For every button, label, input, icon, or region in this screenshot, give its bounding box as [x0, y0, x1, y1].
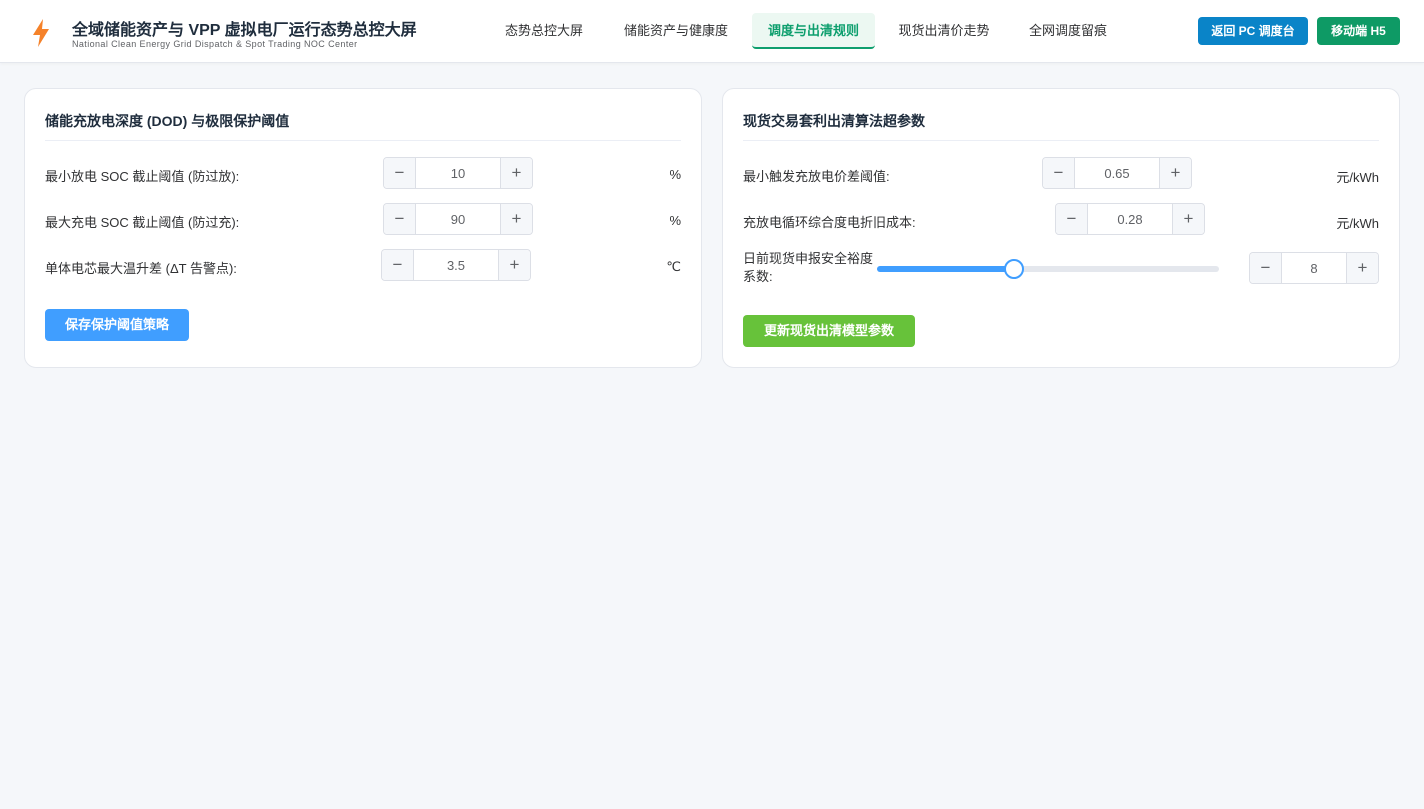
min-price-spread-stepper: − + — [1042, 157, 1192, 189]
slider-handle[interactable] — [1003, 259, 1024, 279]
top-header: 全域储能资产与 VPP 虚拟电厂运行态势总控大屏 National Clean … — [0, 0, 1424, 63]
unit-label: ℃ — [666, 259, 681, 274]
max-charge-soc-stepper: − + — [383, 203, 533, 235]
slider-fill — [877, 266, 1014, 272]
min-price-spread-label: 最小触发充放电价差阈值: — [743, 169, 890, 184]
nav-tab-dispatch-rules[interactable]: 调度与出清规则 — [752, 13, 875, 49]
cycle-depreciation-label: 充放电循环综合度电折旧成本: — [743, 215, 916, 230]
increment-button[interactable]: + — [500, 158, 532, 188]
unit-label: % — [669, 167, 681, 182]
min-price-spread-input[interactable] — [1075, 158, 1159, 188]
increment-button[interactable]: + — [1172, 204, 1204, 234]
card-title: 现货交易套利出清算法超参数 — [743, 113, 925, 129]
min-discharge-soc-label: 最小放电 SOC 截止阈值 (防过放): — [45, 169, 240, 184]
app-title: 全域储能资产与 VPP 虚拟电厂运行态势总控大屏 — [72, 22, 417, 39]
nav-tab-spot-price[interactable]: 现货出清价走势 — [886, 13, 1002, 49]
cycle-depreciation-input[interactable] — [1088, 204, 1172, 234]
decrement-button[interactable]: − — [1043, 158, 1075, 188]
safety-margin-label: 日前现货申报安全裕度系数: — [743, 251, 874, 284]
safety-margin-input[interactable] — [1282, 253, 1346, 283]
unit-label: % — [669, 213, 681, 228]
decrement-button[interactable]: − — [384, 204, 416, 234]
spot-clearing-card: 现货交易套利出清算法超参数 最小触发充放电价差阈值: − + 元/kWh 充放电… — [722, 88, 1400, 368]
cell-temp-delta-input[interactable] — [414, 250, 498, 280]
update-clearing-model-button[interactable]: 更新现货出清模型参数 — [743, 315, 915, 347]
increment-button[interactable]: + — [1159, 158, 1191, 188]
divider — [743, 140, 1379, 141]
nav-tab-overview[interactable]: 态势总控大屏 — [492, 13, 596, 49]
cell-temp-delta-label: 单体电芯最大温升差 (ΔT 告警点): — [45, 261, 237, 276]
decrement-button[interactable]: − — [1056, 204, 1088, 234]
increment-button[interactable]: + — [498, 250, 530, 280]
increment-button[interactable]: + — [500, 204, 532, 234]
safety-margin-stepper: − + — [1249, 252, 1379, 284]
lightning-bolt-icon — [33, 19, 49, 47]
increment-button[interactable]: + — [1346, 253, 1378, 283]
unit-label: 元/kWh — [1336, 170, 1379, 185]
nav-tab-dispatch-log[interactable]: 全网调度留痕 — [1016, 13, 1120, 49]
divider — [45, 140, 681, 141]
max-charge-soc-input[interactable] — [416, 204, 500, 234]
decrement-button[interactable]: − — [384, 158, 416, 188]
decrement-button[interactable]: − — [1250, 253, 1282, 283]
mobile-h5-button[interactable]: 移动端 H5 — [1317, 17, 1400, 45]
safety-margin-slider[interactable] — [877, 259, 1219, 279]
nav-tab-assets-health[interactable]: 储能资产与健康度 — [612, 13, 740, 49]
min-discharge-soc-input[interactable] — [416, 158, 500, 188]
app-subtitle: National Clean Energy Grid Dispatch & Sp… — [72, 39, 358, 49]
back-to-pc-button[interactable]: 返回 PC 调度台 — [1198, 17, 1308, 45]
cell-temp-delta-stepper: − + — [381, 249, 531, 281]
max-charge-soc-label: 最大充电 SOC 截止阈值 (防过充): — [45, 215, 240, 230]
dod-threshold-card: 储能充放电深度 (DOD) 与极限保护阈值 最小放电 SOC 截止阈值 (防过放… — [24, 88, 702, 368]
save-threshold-button[interactable]: 保存保护阈值策略 — [45, 309, 189, 341]
cycle-depreciation-stepper: − + — [1055, 203, 1205, 235]
unit-label: 元/kWh — [1336, 216, 1379, 231]
min-discharge-soc-stepper: − + — [383, 157, 533, 189]
card-title: 储能充放电深度 (DOD) 与极限保护阈值 — [45, 113, 290, 129]
decrement-button[interactable]: − — [382, 250, 414, 280]
